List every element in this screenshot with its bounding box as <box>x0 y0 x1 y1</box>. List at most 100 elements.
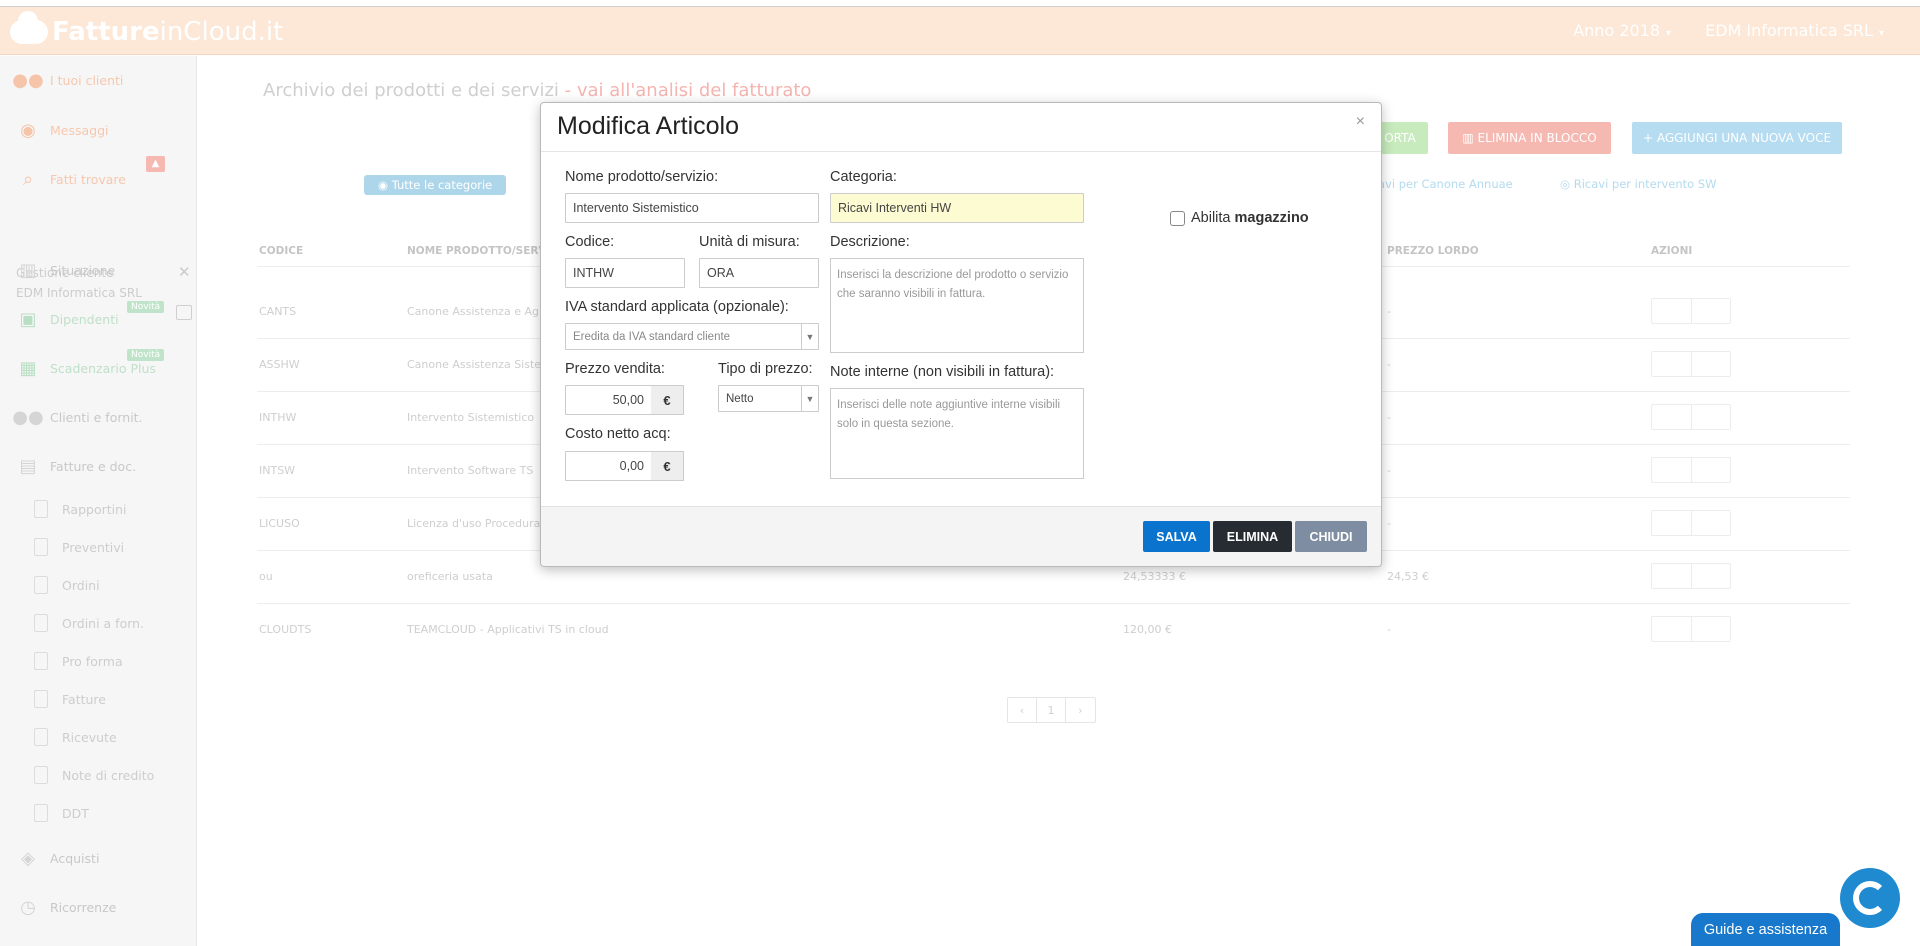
row-actions[interactable] <box>1651 404 1731 430</box>
year-menu-label: Anno 2018 <box>1573 21 1661 40</box>
row-name: Intervento Sistemistico <box>407 411 535 424</box>
sidebar-item-clienti-fornitori[interactable]: ●● Clienti e fornit. <box>12 405 143 429</box>
guide-help-button[interactable]: Guide e assistenza <box>1691 913 1840 946</box>
close-icon[interactable]: ✕ <box>178 263 191 281</box>
sidebar-subitem-fatture[interactable]: Fatture <box>34 688 106 710</box>
category-filter-label: Ricavi per intervento SW <box>1573 177 1717 191</box>
unit-input[interactable]: ORA <box>699 258 819 288</box>
row-actions[interactable] <box>1651 563 1731 589</box>
checkbox-box[interactable] <box>1170 210 1185 226</box>
window-top-border <box>0 0 1920 7</box>
sidebar-subitem-ordini[interactable]: Ordini <box>34 574 100 596</box>
row-actions[interactable] <box>1651 457 1731 483</box>
sidebar-subitem-ddt[interactable]: DDT <box>34 802 89 824</box>
sidebar-item-messages[interactable]: ◉ Messaggi <box>16 118 108 142</box>
search-icon: ⌕ <box>22 168 34 190</box>
column-header-name[interactable]: NOME PRODOTTO/SERVI <box>407 245 551 257</box>
row-actions[interactable] <box>1651 351 1731 377</box>
bulk-delete-button[interactable]: ▥ ELIMINA IN BLOCCO <box>1448 122 1611 154</box>
company-menu[interactable]: EDM Informatica SRL ▾ <box>1705 21 1884 40</box>
sidebar-item-fatti-trovare[interactable]: ⌕ Fatti trovare <box>16 167 126 191</box>
close-button[interactable]: CHIUDI <box>1295 521 1367 552</box>
sidebar-subitem-preventivi[interactable]: Preventivi <box>34 536 124 558</box>
sidebar-item-clients[interactable]: ●● I tuoi clienti <box>12 68 123 92</box>
description-textarea[interactable]: Inserisci la descrizione del prodotto o … <box>830 258 1084 353</box>
category-filter-canone[interactable]: avi per Canone Annuae <box>1378 177 1513 191</box>
category-label: Categoria: <box>830 169 897 185</box>
page-title-text: Archivio dei prodotti e dei servizi <box>263 80 559 101</box>
row-actions[interactable] <box>1651 616 1731 642</box>
code-label: Codice: <box>565 234 615 250</box>
revenue-analysis-link[interactable]: - vai all'analisi del fatturato <box>559 80 812 101</box>
delete-button[interactable]: ELIMINA <box>1213 521 1292 552</box>
support-chat-button[interactable] <box>1840 868 1900 928</box>
sidebar-subitem-label: Ricevute <box>62 729 117 745</box>
sidebar-subitem-label: DDT <box>62 805 89 821</box>
row-net: 24,53333 € <box>1123 570 1186 583</box>
sidebar-item-acquisti[interactable]: ◈ Acquisti <box>16 846 99 870</box>
pagination-prev[interactable]: ‹ <box>1008 698 1037 722</box>
year-menu[interactable]: Anno 2018 ▾ <box>1573 21 1671 40</box>
sidebar-item-label: Situazione <box>50 262 116 278</box>
price-type-select[interactable]: Netto ▼ <box>718 385 819 412</box>
stock-checkbox[interactable]: Abilita magazzino <box>1170 210 1309 226</box>
save-button[interactable]: SALVA <box>1143 521 1210 552</box>
sidebar-item-label: Clienti e fornit. <box>50 409 143 425</box>
sidebar-item-ricorrenze[interactable]: ◷ Ricorrenze <box>16 895 116 919</box>
table-divider <box>257 603 1850 604</box>
category-filter-label: avi per Canone Annuae <box>1378 177 1513 191</box>
document-icon <box>34 690 48 708</box>
sidebar-item-situazione[interactable]: ▥ Situazione <box>16 258 115 282</box>
sidebar-subitem-note-credito[interactable]: Note di credito <box>34 764 154 786</box>
unit-label: Unità di misura: <box>699 234 800 250</box>
pagination-next[interactable]: › <box>1066 698 1095 722</box>
row-actions[interactable] <box>1651 510 1731 536</box>
price-label: Prezzo vendita: <box>565 361 665 377</box>
category-filter-all[interactable]: ◉ Tutte le categorie <box>364 175 507 195</box>
close-icon[interactable]: × <box>1356 113 1365 131</box>
new-badge: Novità <box>127 301 165 313</box>
add-item-button[interactable]: + AGGIUNGI UNA NUOVA VOCE <box>1632 122 1842 154</box>
code-input[interactable]: INTHW <box>565 258 685 288</box>
iva-select[interactable]: Eredita da IVA standard cliente ▼ <box>565 323 819 350</box>
row-gross: - <box>1387 464 1391 477</box>
sidebar-subitem-rapportini[interactable]: Rapportini <box>34 498 127 520</box>
chevron-down-icon: ▾ <box>1666 28 1672 39</box>
name-input[interactable]: Intervento Sistemistico <box>565 193 819 223</box>
row-code: ASSHW <box>259 358 300 371</box>
sidebar-subitem-ricevute[interactable]: Ricevute <box>34 726 117 748</box>
sidebar-subitem-label: Note di credito <box>62 767 155 783</box>
chevron-down-icon: ▼ <box>801 324 818 349</box>
row-code: INTHW <box>259 411 297 424</box>
sidebar-subitem-ordini-forn[interactable]: Ordini a forn. <box>34 612 144 634</box>
row-code: CANTS <box>259 305 297 318</box>
sidebar-item-fatture-doc[interactable]: ▤ Fatture e doc. <box>16 454 136 478</box>
document-icon <box>34 614 48 632</box>
column-header-gross[interactable]: PREZZO LORDO <box>1387 245 1479 257</box>
column-header-code[interactable]: CODICE <box>259 245 303 257</box>
sidebar-item-label: Ricorrenze <box>50 899 117 915</box>
app-logo[interactable]: FattureinCloud.it <box>10 11 283 47</box>
calendar-icon: ▦ <box>19 357 37 379</box>
company-menu-label: EDM Informatica SRL <box>1705 21 1873 40</box>
sidebar-subitem-label: Fatture <box>62 691 106 707</box>
cost-input[interactable]: 0,00 <box>565 451 652 481</box>
bulk-delete-label: ELIMINA IN BLOCCO <box>1477 131 1597 145</box>
category-input[interactable]: Ricavi Interventi HW <box>830 193 1084 223</box>
price-input[interactable]: 50,00 <box>565 385 652 415</box>
stock-label: Abilita magazzino <box>1191 210 1309 226</box>
id-card-icon: ▣ <box>19 308 37 330</box>
sidebar-subitem-pro-forma[interactable]: Pro forma <box>34 650 123 672</box>
row-actions[interactable] <box>1651 298 1731 324</box>
new-badge: Novità <box>127 349 165 361</box>
sidebar-item-dipendenti[interactable]: ▣ Dipendenti <box>16 307 119 331</box>
document-icon <box>34 728 48 746</box>
pagination-page[interactable]: 1 <box>1037 698 1066 722</box>
document-icon <box>34 766 48 784</box>
notes-textarea[interactable]: Inserisci delle note aggiuntive interne … <box>830 388 1084 479</box>
category-filter-sw[interactable]: ◎ Ricavi per intervento SW <box>1560 177 1717 191</box>
row-name: Canone Assistenza Siste <box>407 358 542 371</box>
edit-icon[interactable] <box>176 305 192 320</box>
sidebar-subitem-label: Ordini a forn. <box>62 615 145 631</box>
sidebar-item-label: Dipendenti <box>50 311 119 327</box>
